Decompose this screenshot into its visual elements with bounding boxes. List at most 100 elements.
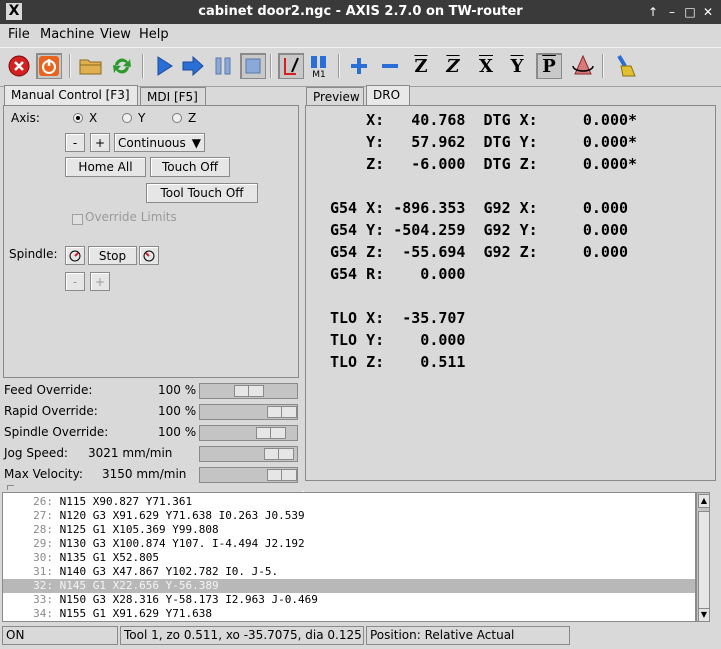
dro-line: Z: -6.000 DTG Z: 0.000* (330, 155, 638, 173)
axis-z-radio[interactable] (172, 113, 182, 123)
zoom-in-button[interactable] (346, 53, 372, 79)
gcode-line[interactable]: 31: N140 G3 X47.867 Y102.782 I0. J-5. (3, 565, 695, 579)
dro-line: TLO X: -35.707 (330, 309, 466, 327)
stop-icon (245, 58, 261, 74)
tool-touch-off-button[interactable]: Tool Touch Off (146, 183, 258, 203)
view-y-icon: Y (510, 55, 524, 77)
menu-file[interactable]: File (8, 27, 30, 42)
clear-plot-button[interactable] (612, 53, 638, 79)
spindle-override-label: Spindle Override: (4, 425, 109, 439)
spindle-stop-button[interactable]: Stop (88, 246, 137, 265)
keep-above-button[interactable]: ↑ (645, 4, 661, 20)
machine-power-button[interactable] (36, 53, 62, 79)
spindle-cw-button[interactable] (139, 246, 159, 265)
menu-machine[interactable]: Machine (40, 27, 94, 42)
slider-knob[interactable] (234, 385, 264, 397)
view-z-button[interactable]: Z (408, 53, 434, 79)
slider-knob[interactable] (267, 469, 297, 481)
slider-knob[interactable] (256, 427, 286, 439)
view-z2-icon: Z (446, 55, 460, 77)
zoom-in-icon (351, 58, 367, 74)
estop-icon (8, 55, 30, 77)
block-delete-button[interactable] (278, 53, 304, 79)
jog-plus-button[interactable]: + (90, 133, 110, 152)
override-limits-label: Override Limits (85, 210, 177, 224)
close-window-button[interactable]: ✕ (700, 4, 716, 20)
scroll-up-icon[interactable]: ▲ (698, 494, 710, 508)
scroll-down-icon[interactable]: ▼ (698, 608, 710, 622)
open-file-button[interactable] (78, 53, 104, 79)
spindle-ccw-button[interactable] (65, 246, 85, 265)
optional-stop-button[interactable]: M1 (306, 53, 332, 79)
rotate-view-button[interactable] (570, 53, 596, 79)
estop-button[interactable] (6, 53, 32, 79)
gcode-scrollbar[interactable]: ▲ ▼ (696, 492, 710, 622)
max-velocity-slider[interactable] (199, 467, 298, 483)
tab-preview[interactable]: Preview (306, 87, 364, 107)
gcode-line[interactable]: 29: N130 G3 X100.874 Y107. I-4.494 J2.19… (3, 537, 695, 551)
home-all-button[interactable]: Home All (65, 157, 146, 177)
gcode-line[interactable]: 26: N115 X90.827 Y71.361 (3, 495, 695, 509)
minimize-button[interactable]: – (664, 4, 680, 20)
spindle-label: Spindle: (9, 247, 58, 261)
window-title: cabinet door2.ngc - AXIS 2.7.0 on TW-rou… (198, 4, 523, 19)
jog-minus-button[interactable]: - (65, 133, 85, 152)
dro-panel: X: 40.768 DTG X: 0.000* Y: 57.962 DTG Y:… (305, 105, 716, 481)
tab-dro[interactable]: DRO (366, 85, 410, 106)
axis-x-radio[interactable] (73, 113, 83, 123)
reload-button[interactable] (109, 53, 135, 79)
run-button[interactable] (151, 53, 177, 79)
open-file-icon (79, 59, 102, 75)
tab-mdi[interactable]: MDI [F5] (140, 87, 206, 107)
status-machine-state: ON (2, 626, 118, 645)
feed-override-value: 100 % (158, 383, 197, 397)
touch-off-button[interactable]: Touch Off (150, 157, 230, 177)
run-icon (157, 56, 173, 76)
status-tool: Tool 1, zo 0.511, xo -35.7075, dia 0.125 (120, 626, 364, 645)
step-icon (182, 55, 204, 77)
menu-view[interactable]: View (100, 27, 131, 42)
gcode-listing[interactable]: 26: N115 X90.827 Y71.361 27: N120 G3 X91… (2, 492, 696, 622)
slider-knob[interactable] (267, 406, 297, 418)
gcode-line[interactable]: 34: N155 G1 X91.629 Y71.638 (3, 607, 695, 621)
rapid-override-label: Rapid Override: (4, 404, 98, 418)
pause-button[interactable] (210, 53, 236, 79)
scroll-thumb[interactable] (698, 511, 710, 609)
gcode-line[interactable]: 30: N135 G1 X52.805 (3, 551, 695, 565)
gcode-line-selected[interactable]: 32: N145 G1 X22.656 Y-56.389 (3, 579, 695, 593)
zoom-out-button[interactable] (377, 53, 403, 79)
jog-speed-slider[interactable] (199, 446, 298, 462)
spindle-override-slider[interactable] (199, 425, 298, 441)
gcode-line[interactable]: 28: N125 G1 X105.369 Y99.808 (3, 523, 695, 537)
gcode-line[interactable]: 27: N120 G3 X91.629 Y71.638 I0.263 J0.53… (3, 509, 695, 523)
toolbar-separator (69, 54, 71, 78)
stop-button[interactable] (240, 53, 266, 79)
zoom-out-icon (382, 64, 398, 68)
jog-speed-label: Jog Speed: (4, 446, 68, 460)
title-bar: X cabinet door2.ngc - AXIS 2.7.0 on TW-r… (0, 0, 721, 24)
manual-control-panel: Axis: X Y Z - + Continuous ▼ Home All To… (3, 105, 299, 378)
rapid-override-slider[interactable] (199, 404, 298, 420)
axis-label: Axis: (11, 111, 40, 125)
axis-x-label: X (89, 111, 98, 125)
view-x-button[interactable]: X (473, 53, 499, 79)
tab-manual-control[interactable]: Manual Control [F3] (4, 85, 138, 106)
maximize-button[interactable]: □ (682, 4, 698, 20)
axis-y-radio[interactable] (122, 113, 132, 123)
spindle-slower-button[interactable]: - (65, 272, 85, 291)
toolbar: M1 Z Z X Y P (0, 47, 721, 87)
slider-knob[interactable] (264, 448, 294, 460)
gcode-line[interactable]: 33: N150 G3 X28.316 Y-58.173 I2.963 J-0.… (3, 593, 695, 607)
step-button[interactable] (180, 53, 206, 79)
max-velocity-label: Max Velocity: (4, 467, 83, 481)
menu-help[interactable]: Help (139, 27, 169, 42)
jog-mode-select[interactable]: Continuous ▼ (114, 133, 205, 152)
spindle-faster-button[interactable]: + (90, 272, 110, 291)
view-y-button[interactable]: Y (504, 53, 530, 79)
view-z2-button[interactable]: Z (440, 53, 466, 79)
pane-grip[interactable] (7, 485, 14, 490)
feed-override-slider[interactable] (199, 383, 298, 399)
dro-line: G54 Y: -504.259 G92 Y: 0.000 (330, 221, 629, 239)
override-limits-checkbox[interactable] (72, 214, 83, 225)
view-p-button[interactable]: P (536, 53, 562, 79)
